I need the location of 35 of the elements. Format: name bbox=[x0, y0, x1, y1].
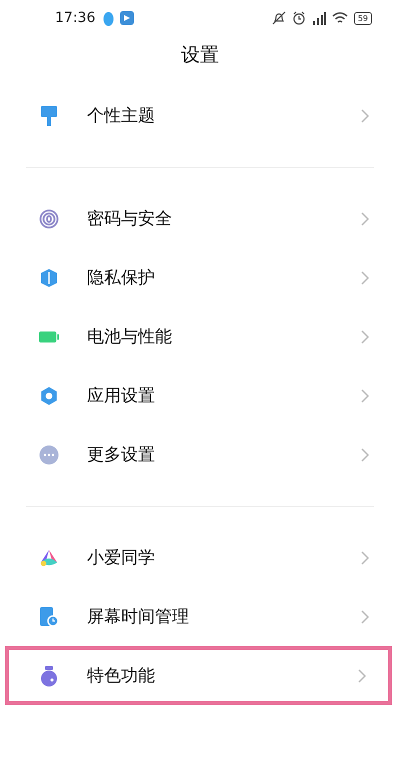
wifi-icon bbox=[332, 12, 348, 24]
status-time: 17:36 bbox=[55, 10, 96, 26]
battery-level: 59 bbox=[354, 12, 372, 24]
settings-row[interactable]: 应用设置 bbox=[5, 366, 395, 425]
settings-row[interactable]: 隐私保护 bbox=[5, 248, 395, 307]
page-title: 设置 bbox=[180, 43, 220, 68]
settings-row[interactable]: 特色功能 bbox=[5, 646, 392, 705]
paintbrush-icon bbox=[40, 104, 58, 126]
chevron-right-icon bbox=[361, 610, 369, 624]
chevron-right-icon bbox=[361, 270, 369, 284]
chevron-right-icon bbox=[361, 448, 369, 462]
battery-icon bbox=[39, 330, 59, 344]
settings-icon bbox=[39, 386, 59, 406]
phone-clock-icon bbox=[39, 606, 59, 628]
chevron-right-icon bbox=[361, 108, 369, 122]
bell-off-icon bbox=[272, 11, 286, 25]
fingerprint-icon bbox=[39, 208, 59, 228]
chevron-right-icon bbox=[361, 550, 369, 564]
chevron-right-icon bbox=[358, 668, 366, 682]
flask-icon bbox=[39, 664, 59, 686]
settings-row[interactable]: 个性主题 bbox=[5, 86, 395, 145]
shield-icon bbox=[40, 268, 58, 288]
chevron-right-icon bbox=[361, 388, 369, 402]
settings-row[interactable]: 密码与安全 bbox=[5, 189, 395, 248]
chevron-right-icon bbox=[361, 330, 369, 344]
app-notification-icon bbox=[120, 11, 134, 25]
settings-row[interactable]: 更多设置 bbox=[5, 425, 395, 484]
alarm-icon bbox=[292, 11, 306, 25]
assistant-logo-icon bbox=[39, 548, 59, 568]
settings-row[interactable]: 小爱同学 bbox=[5, 528, 395, 587]
signal-icon bbox=[312, 12, 326, 24]
more-icon bbox=[39, 444, 59, 464]
settings-row[interactable]: 电池与性能 bbox=[5, 307, 395, 366]
chevron-right-icon bbox=[361, 212, 369, 226]
settings-row[interactable]: 屏幕时间管理 bbox=[5, 587, 395, 646]
